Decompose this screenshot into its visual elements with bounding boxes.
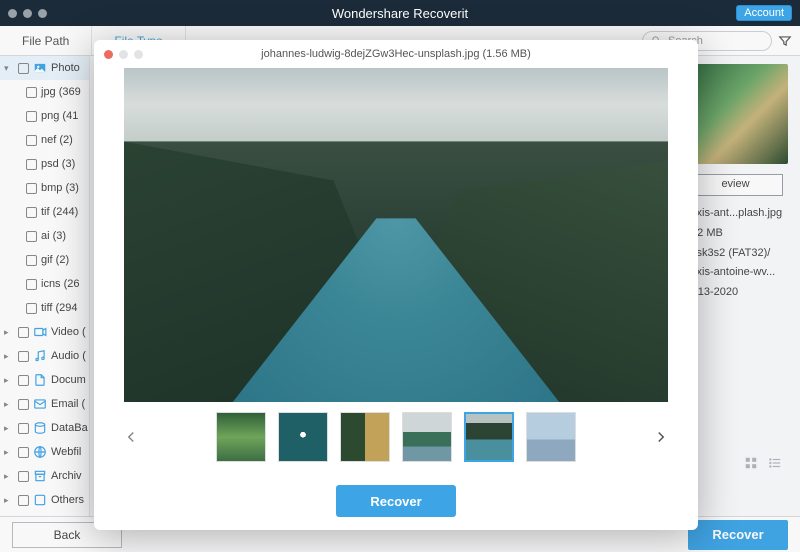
modal-minimize-icon[interactable] (119, 50, 128, 59)
titlebar: Wondershare Recoverit Account (0, 0, 800, 26)
modal-recover-button[interactable]: Recover (336, 485, 456, 517)
modal-zoom-icon[interactable] (134, 50, 143, 59)
thumb-3[interactable] (340, 412, 390, 462)
modal-title: johannes-ludwig-8dejZGw3Hec-unsplash.jpg… (94, 48, 698, 60)
preview-image (124, 68, 668, 402)
modal-close-icon[interactable] (104, 50, 113, 59)
prev-arrow-icon[interactable] (122, 428, 140, 446)
app-title: Wondershare Recoverit (332, 6, 468, 21)
account-button[interactable]: Account (736, 5, 792, 21)
close-dot[interactable] (8, 9, 17, 18)
thumb-4[interactable] (402, 412, 452, 462)
minimize-dot[interactable] (23, 9, 32, 18)
thumb-5[interactable] (464, 412, 514, 462)
window-controls (8, 9, 47, 18)
thumb-1[interactable] (216, 412, 266, 462)
zoom-dot[interactable] (38, 9, 47, 18)
preview-modal: johannes-ludwig-8dejZGw3Hec-unsplash.jpg… (94, 40, 698, 530)
thumb-2[interactable] (278, 412, 328, 462)
thumbnail-strip (94, 402, 698, 472)
thumb-6[interactable] (526, 412, 576, 462)
next-arrow-icon[interactable] (652, 428, 670, 446)
